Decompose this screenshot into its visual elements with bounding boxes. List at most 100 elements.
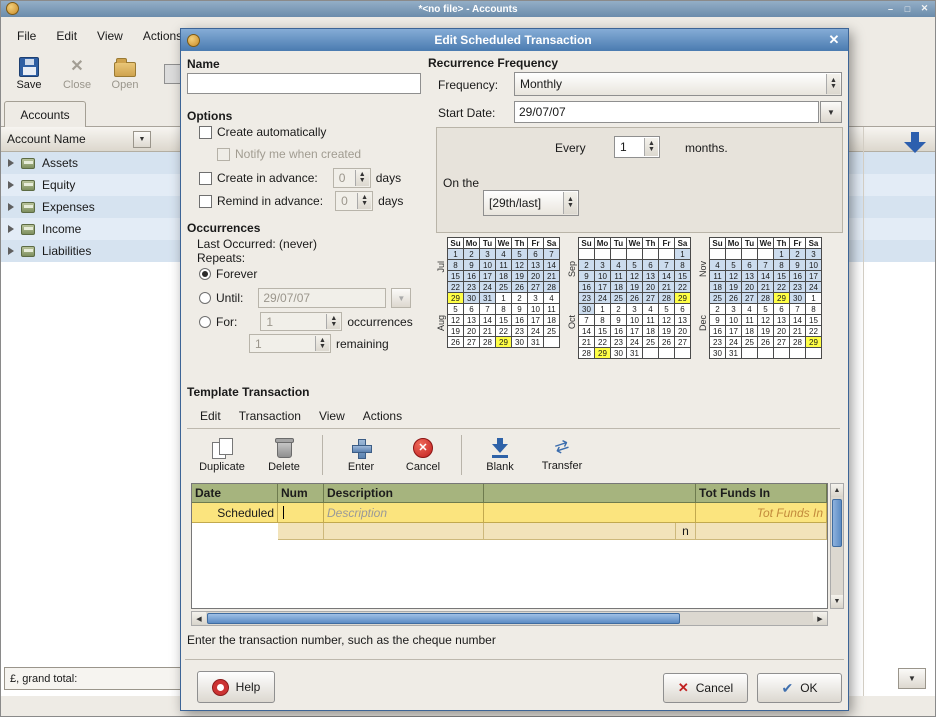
calendar-day	[627, 249, 643, 260]
open-button[interactable]: Open	[103, 52, 147, 96]
register-vertical-scrollbar[interactable]: ▲ ▼	[830, 483, 844, 609]
until-date-input[interactable]: 29/07/07	[258, 288, 386, 308]
spinner-stepper-icon[interactable]: ▲▼	[355, 170, 369, 186]
expander-icon[interactable]	[8, 247, 14, 255]
register-horizontal-scrollbar[interactable]: ◀ ▶	[191, 611, 828, 626]
maximize-button[interactable]: □	[901, 2, 914, 15]
create-automatically-checkbox[interactable]	[199, 126, 212, 139]
scroll-down-arrow-icon[interactable]: ▼	[831, 595, 843, 608]
frequency-label: Frequency:	[438, 78, 498, 92]
scrollbar-thumb[interactable]	[207, 613, 680, 624]
template-register: Date Num Description Tot Funds In Schedu…	[191, 483, 828, 609]
expander-icon[interactable]	[8, 225, 14, 233]
spinner-stepper-icon[interactable]: ▲▼	[326, 314, 340, 329]
calendar-day: 30	[710, 348, 726, 359]
jump-down-arrow-icon[interactable]	[904, 130, 926, 154]
calendar-day-header: Sa	[806, 238, 822, 249]
calendar-day: 20	[774, 326, 790, 337]
close-button[interactable]: Close	[55, 52, 99, 96]
cancel-button[interactable]: Cancel	[663, 673, 748, 703]
template-menu-edit[interactable]: Edit	[191, 407, 230, 425]
for-occurrences-spinner[interactable]: 1 ▲▼	[260, 312, 342, 331]
scroll-up-arrow-icon[interactable]: ▲	[831, 484, 843, 497]
forever-radio[interactable]	[199, 268, 211, 280]
remaining-spinner[interactable]: 1 ▲▼	[249, 334, 331, 353]
create-in-advance-spinner[interactable]: 0 ▲▼	[333, 168, 371, 188]
for-radio[interactable]	[199, 316, 211, 328]
enter-button[interactable]: Enter	[330, 431, 392, 479]
frequency-combobox[interactable]: Monthly ▲▼	[514, 72, 842, 96]
num-cell[interactable]	[278, 503, 324, 522]
date-cell[interactable]: Scheduled	[192, 503, 278, 522]
notify-me-checkbox[interactable]	[217, 148, 230, 161]
calendar-day: 7	[659, 260, 675, 271]
register-header-tot-funds-in: Tot Funds In	[696, 484, 827, 502]
calendar-day: 3	[528, 293, 544, 304]
split-account-cell[interactable]	[484, 523, 676, 540]
start-date-input[interactable]: 29/07/07	[514, 101, 819, 123]
blank-button[interactable]: Blank	[469, 431, 531, 479]
calendar-day: 22	[595, 337, 611, 348]
duplicate-button[interactable]: Duplicate	[191, 431, 253, 479]
name-input[interactable]	[187, 73, 421, 94]
combo-stepper-icon[interactable]: ▲▼	[826, 74, 840, 94]
menu-view[interactable]: View	[87, 25, 133, 47]
blank-cell[interactable]	[484, 503, 696, 522]
on-the-combobox[interactable]: [29th/last] ▲▼	[483, 190, 579, 216]
calendar-day: 16	[611, 326, 627, 337]
spinner-stepper-icon[interactable]: ▲▼	[357, 193, 371, 209]
until-radio[interactable]	[199, 292, 211, 304]
calendar-day-header: Su	[579, 238, 595, 249]
description-cell[interactable]: Description	[324, 503, 484, 522]
calendar-day: 22	[675, 282, 691, 293]
dialog-close-button[interactable]: ✕	[826, 32, 842, 48]
split-amount-cell[interactable]	[696, 523, 827, 540]
split-flag-cell[interactable]: n	[676, 523, 696, 540]
scroll-right-arrow-icon[interactable]: ▶	[813, 612, 827, 625]
remind-in-advance-checkbox[interactable]	[199, 195, 212, 208]
spinner-stepper-icon[interactable]: ▲▼	[644, 138, 658, 156]
calendar-day: 26	[512, 282, 528, 293]
column-header-dropdown[interactable]: ▼	[133, 131, 151, 148]
calendar-day: 22	[774, 282, 790, 293]
help-button[interactable]: Help	[197, 671, 275, 703]
start-date-dropdown-button[interactable]: ▼	[820, 101, 842, 123]
expander-icon[interactable]	[8, 159, 14, 167]
calendar-day: 25	[710, 293, 726, 304]
expander-icon[interactable]	[8, 181, 14, 189]
create-in-advance-checkbox[interactable]	[199, 172, 212, 185]
expander-icon[interactable]	[8, 203, 14, 211]
scrollbar-track[interactable]	[206, 612, 813, 625]
menu-file[interactable]: File	[7, 25, 46, 47]
transfer-button[interactable]: Transfer	[531, 431, 593, 479]
cancel-transaction-button[interactable]: Cancel	[392, 431, 454, 479]
scrollbar-thumb[interactable]	[832, 499, 842, 547]
close-label: Close	[63, 79, 91, 91]
template-menu-transaction[interactable]: Transaction	[230, 407, 310, 425]
template-menu-view[interactable]: View	[310, 407, 354, 425]
tab-accounts[interactable]: Accounts	[4, 101, 86, 127]
spinner-stepper-icon[interactable]: ▲▼	[315, 336, 329, 351]
scroll-left-arrow-icon[interactable]: ◀	[192, 612, 206, 625]
ok-button[interactable]: OK	[757, 673, 842, 703]
scrollbar-track[interactable]	[831, 497, 843, 595]
menu-edit[interactable]: Edit	[46, 25, 87, 47]
combo-stepper-icon[interactable]: ▲▼	[563, 192, 577, 214]
summarybar-options-dropdown[interactable]: ▼	[898, 668, 926, 689]
tot-funds-in-cell[interactable]: Tot Funds In	[696, 503, 827, 522]
remind-in-advance-spinner[interactable]: 0 ▲▼	[335, 191, 373, 211]
minimize-button[interactable]: –	[884, 2, 897, 15]
save-button[interactable]: Save	[7, 52, 51, 96]
split-action-cell[interactable]	[278, 523, 324, 540]
close-window-button[interactable]: ✕	[918, 2, 931, 15]
until-date-dropdown-button[interactable]: ▼	[391, 288, 411, 308]
mini-calendar: NovDecSuMoTuWeThFrSa12345678910111213141…	[698, 237, 822, 373]
template-menu-actions[interactable]: Actions	[354, 407, 411, 425]
split-memo-cell[interactable]	[324, 523, 484, 540]
calendar-day: 1	[595, 304, 611, 315]
every-spinner[interactable]: 1 ▲▼	[614, 136, 660, 158]
delete-button[interactable]: Delete	[253, 431, 315, 479]
calendar-day-header: Fr	[790, 238, 806, 249]
calendar-day: 15	[496, 315, 512, 326]
dialog-titlebar[interactable]: Edit Scheduled Transaction ✕	[181, 29, 848, 51]
